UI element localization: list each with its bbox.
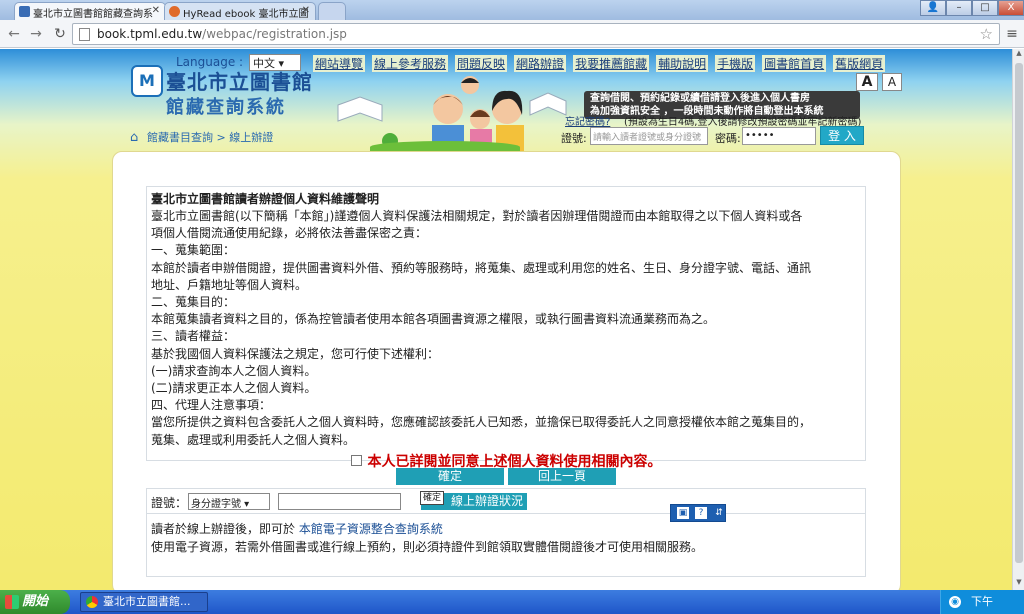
privacy-line: (一)請求查詢本人之個人資料。 — [151, 363, 317, 378]
scroll-thumb[interactable] — [1015, 63, 1023, 563]
menu-icon[interactable]: ≡ — [1004, 24, 1020, 44]
id-label: 證號： — [151, 496, 188, 510]
maximize-button[interactable]: □ — [972, 0, 998, 16]
nav-link-feedback[interactable]: 問題反映 — [455, 55, 508, 72]
privacy-line: 四、代理人注意事項： — [151, 398, 272, 413]
system-tray: ◉ 下午 01:42 — [940, 590, 1024, 614]
privacy-statement: 臺北市立圖書館讀者辦證個人資料維護聲明 臺北市立圖書館(以下簡稱「本館」)謹遵個… — [146, 186, 866, 470]
library-favicon-icon — [19, 6, 30, 17]
nav-link-reference[interactable]: 線上參考服務 — [372, 55, 449, 72]
tab-hyread[interactable]: HyRead ebook 臺北市立圖 ✕ — [164, 2, 316, 20]
privacy-line: 基於我國個人資料保護法之規定，您可行使下述權利： — [151, 346, 440, 361]
nav-link-old-version[interactable]: 舊版網頁 — [833, 55, 886, 72]
bookmark-star-icon[interactable]: ☆ — [980, 25, 993, 43]
url-text[interactable]: book.tpml.edu.tw/webpac/registration.jsp — [97, 27, 347, 41]
minimize-button[interactable]: – — [946, 0, 972, 16]
page-viewport: Language : 中文 ▾ 網站導覽 線上參考服務 問題反映 網路辦證 我要… — [0, 49, 1012, 590]
page-icon — [79, 28, 90, 41]
back-button[interactable]: 回上一頁 — [508, 468, 616, 485]
privacy-line: 地址、戶籍地址等個人資料。 — [151, 277, 308, 292]
privacy-line: (二)請求更正本人之個人資料。 — [151, 381, 317, 396]
privacy-line: 蒐集、處理或利用委託人之個人資料。 — [151, 432, 356, 447]
nav-link-library-home[interactable]: 圖書館首頁 — [762, 55, 827, 72]
tab-close-icon[interactable]: ✕ — [302, 5, 310, 16]
agree-row: 本人已詳閱並同意上述個人資料使用相關內容。 — [151, 451, 861, 471]
clock[interactable]: 下午 01:42 — [971, 590, 1024, 614]
id-number-input[interactable] — [278, 493, 401, 510]
privacy-line: 本館蒐集讀者資料之目的，係為控管讀者使用本館各項圖書資源之權限，或執行圖書資料流… — [151, 312, 716, 327]
nav-link-recommend[interactable]: 我要推薦館藏 — [573, 55, 650, 72]
tab-label: HyRead ebook 臺北市立圖 — [183, 9, 309, 20]
hyread-favicon-icon — [169, 6, 180, 17]
privacy-line: 本館於讀者申辦借閱證，提供圖書資料外借、預約等服務時，將蒐集、處理或利用您的姓名… — [151, 260, 812, 275]
notice-line: 查詢借閱、預約紀錄或續借請登入後進入個人書房 — [590, 93, 810, 104]
nav-link-sitemap[interactable]: 網站導覽 — [313, 55, 366, 72]
status-query-box: 證號： 身分證字號 ▾ 確定 線上辦證狀況 讀者於線上辦證後，即可於 本館電子資… — [146, 488, 866, 577]
eresource-system-link[interactable]: 本館電子資源整合查詢系統 — [299, 522, 443, 536]
id-type-select[interactable]: 身分證字號 ▾ — [188, 493, 270, 510]
password-input[interactable]: ••••• — [742, 127, 816, 145]
tab-close-icon[interactable]: ✕ — [152, 5, 160, 16]
home-icon[interactable]: ⌂ — [130, 130, 144, 145]
status-query-row: 證號： 身分證字號 ▾ 確定 線上辦證狀況 — [147, 489, 865, 514]
font-large-button[interactable]: A — [856, 73, 878, 91]
windows-logo-icon — [5, 595, 19, 609]
reload-icon[interactable]: ↻ — [50, 24, 70, 44]
open-book-left-icon — [337, 96, 383, 122]
site-subtitle: 館藏查詢系統 — [166, 97, 286, 118]
forgot-password-link[interactable]: 忘記密碼? — [565, 113, 610, 128]
scroll-up-icon[interactable]: ▲ — [1013, 49, 1024, 61]
tab-catalog[interactable]: 臺北市立圖書館館藏查詢系 ✕ — [14, 2, 166, 20]
address-bar[interactable]: book.tpml.edu.tw/webpac/registration.jsp… — [72, 23, 1000, 45]
user-icon[interactable]: 👤 — [920, 0, 946, 16]
confirm-button[interactable]: 確定 — [396, 468, 504, 485]
privacy-line: 三、讀者權益： — [151, 329, 236, 344]
taskbar-chrome-item[interactable]: 臺北市立圖書館... — [80, 592, 208, 612]
new-tab-button[interactable] — [318, 2, 346, 20]
help-widget[interactable]: ▣ ? ⇵ — [670, 504, 726, 522]
password-label: 密碼: — [715, 132, 741, 145]
privacy-line: 臺北市立圖書館(以下簡稱「本館」)謹遵個人資料保護法相關規定，對於讀者因辦理借閱… — [151, 209, 803, 223]
agree-checkbox[interactable] — [350, 455, 362, 467]
privacy-line: 一、蒐集範圍： — [151, 243, 236, 258]
nav-link-help[interactable]: 輔助說明 — [656, 55, 709, 72]
breadcrumb: ⌂ 館藏書目查詢 > 線上辦證 — [130, 129, 273, 145]
info-line: 使用電子資源，若需外借圖書或進行線上預約，則必須持證件到館領取實體借閱證後才可使… — [151, 540, 704, 554]
privacy-title: 臺北市立圖書館讀者辦證個人資料維護聲明 — [151, 192, 380, 206]
scroll-down-icon[interactable]: ▼ — [1013, 578, 1024, 590]
tray-network-icon[interactable]: ◉ — [949, 596, 961, 608]
privacy-line: 項個人借閱流通使用紀錄，必將依法善盡保密之責： — [151, 226, 428, 241]
chrome-icon — [86, 596, 98, 608]
tab-label: 臺北市立圖書館館藏查詢系 — [33, 9, 153, 20]
updown-icon[interactable]: ⇵ — [713, 507, 725, 519]
taskbar: 開始 臺北市立圖書館... ◉ 下午 01:42 — [0, 590, 1024, 614]
forward-arrow-icon[interactable]: → — [26, 24, 46, 44]
start-button[interactable]: 開始 — [0, 590, 70, 614]
nav-link-mobile[interactable]: 手機版 — [715, 55, 756, 72]
back-arrow-icon[interactable]: ← — [4, 24, 24, 44]
top-nav: 網站導覽 線上參考服務 問題反映 網路辦證 我要推薦館藏 輔助說明 手機版 圖書… — [313, 55, 886, 72]
info-line: 讀者於線上辦證後，即可於 本館電子資源整合查詢系統 — [151, 522, 443, 536]
library-logo-icon[interactable]: M — [131, 65, 163, 97]
font-small-button[interactable]: A — [882, 73, 902, 91]
open-book-right-icon — [529, 92, 567, 116]
content-card: 臺北市立圖書館讀者辦證個人資料維護聲明 臺北市立圖書館(以下簡稱「本館」)謹遵個… — [112, 151, 901, 590]
breadcrumb-text[interactable]: 館藏書目查詢 > 線上辦證 — [147, 131, 273, 144]
card-number-input[interactable]: 請輸入讀者證號或身分證號 — [590, 127, 708, 145]
tooltip: 確定 — [420, 491, 445, 505]
nav-link-online-card[interactable]: 網路辦證 — [514, 55, 567, 72]
privacy-line: 當您所提供之資料包含委託人之個人資料時，您應確認該委託人已知悉，並擔保已取得委託… — [151, 415, 812, 430]
close-button[interactable]: X — [998, 0, 1024, 16]
browser-title-bar: 臺北市立圖書館館藏查詢系 ✕ HyRead ebook 臺北市立圖 ✕ 👤 – … — [0, 0, 1024, 20]
privacy-line: 二、蒐集目的： — [151, 295, 236, 310]
browser-toolbar: ← → ↻ book.tpml.edu.tw/webpac/registrati… — [0, 20, 1024, 48]
vertical-scrollbar[interactable]: ▲ ▼ — [1012, 49, 1024, 590]
site-title: 臺北市立圖書館 — [166, 70, 313, 94]
login-button[interactable]: 登 入 — [820, 126, 864, 145]
book-icon[interactable]: ▣ — [677, 507, 689, 519]
card-number-label: 證號: — [561, 132, 587, 145]
question-icon[interactable]: ? — [695, 507, 707, 519]
